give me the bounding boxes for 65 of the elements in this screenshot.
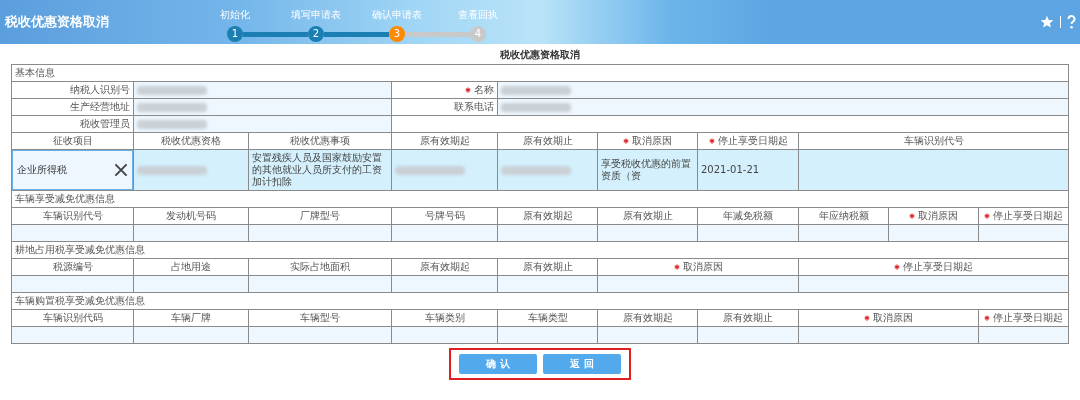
step-label: 查看回执	[458, 9, 498, 21]
column-header: 税源编号	[11, 258, 134, 276]
column-header: 原有效期止	[697, 309, 799, 327]
field-label: 纳税人识别号	[11, 81, 134, 99]
column-header: 车辆型号	[248, 309, 392, 327]
column-header: 年应纳税额	[798, 207, 889, 225]
column-header: 停止享受日期起	[798, 258, 1069, 276]
field-label: 税收管理员	[11, 115, 134, 133]
field-label: 名称	[391, 81, 498, 99]
column-header: 车辆识别代号	[11, 207, 134, 225]
table-row[interactable]	[11, 224, 1069, 242]
section-heading: 耕地占用税享受减免优惠信息	[11, 241, 1069, 259]
column-header: 取消原因	[798, 309, 979, 327]
step-connector	[243, 32, 308, 37]
column-header: 车辆厂牌	[133, 309, 249, 327]
column-header: 停止享受日期起	[697, 132, 799, 150]
page-title: 税收优惠资格取消	[4, 13, 110, 31]
column-header: 车辆识别代码	[11, 309, 134, 327]
input-field[interactable]: 企业所得税	[12, 150, 133, 190]
column-header: 占地用途	[133, 258, 249, 276]
column-header: 实际占地面积	[248, 258, 392, 276]
clear-icon[interactable]	[114, 163, 128, 177]
step-number: 3	[389, 26, 405, 42]
column-header: 厂牌型号	[248, 207, 392, 225]
column-header: 税收优惠事项	[248, 132, 392, 150]
column-header: 停止享受日期起	[978, 207, 1069, 225]
column-header: 原有效期止	[497, 132, 598, 150]
column-header: 年减免税额	[697, 207, 799, 225]
column-header: 停止享受日期起	[978, 309, 1069, 327]
table-row[interactable]	[11, 275, 1069, 293]
cell-text: 2021-01-21	[701, 164, 760, 175]
step-label: 确认申请表	[372, 9, 422, 21]
step-label: 填写申请表	[291, 9, 341, 21]
table-row[interactable]	[11, 326, 1069, 344]
section-heading: 基本信息	[11, 64, 1069, 82]
column-header: 号牌号码	[391, 207, 498, 225]
step-connector	[405, 32, 470, 37]
step-number: 2	[308, 26, 324, 42]
column-header: 车辆类别	[391, 309, 498, 327]
column-header: 原有效期起	[391, 132, 498, 150]
step-label: 初始化	[220, 9, 250, 21]
column-header: 原有效期止	[497, 258, 598, 276]
step-connector	[324, 32, 389, 37]
column-header: 税收优惠资格	[133, 132, 249, 150]
field-label: 生产经营地址	[11, 98, 134, 116]
column-header: 车辆类型	[497, 309, 598, 327]
column-header: 原有效期止	[597, 207, 698, 225]
field-label: 联系电话	[391, 98, 498, 116]
step-number: 1	[227, 26, 243, 42]
star-icon[interactable]	[1040, 15, 1054, 29]
cell-text: 安置残疾人员及国家鼓励安置的其他就业人员所支付的工资加计扣除	[252, 152, 382, 187]
section-heading: 车辆享受减免优惠信息	[11, 190, 1069, 208]
column-header: 原有效期起	[497, 207, 598, 225]
column-header: 发动机号码	[133, 207, 249, 225]
column-header: 取消原因	[597, 132, 698, 150]
cell-text: 享受税收优惠的前置资质（资	[601, 158, 691, 181]
column-header: 取消原因	[888, 207, 979, 225]
column-header: 征收项目	[11, 132, 134, 150]
column-header: 车辆识别代号	[798, 132, 1069, 150]
column-header: 原有效期起	[597, 309, 698, 327]
help-icon[interactable]	[1067, 14, 1076, 30]
column-header: 取消原因	[597, 258, 799, 276]
section-heading: 车辆购置税享受减免优惠信息	[11, 292, 1069, 310]
form-title: 税收优惠资格取消	[499, 48, 581, 62]
column-header: 原有效期起	[391, 258, 498, 276]
